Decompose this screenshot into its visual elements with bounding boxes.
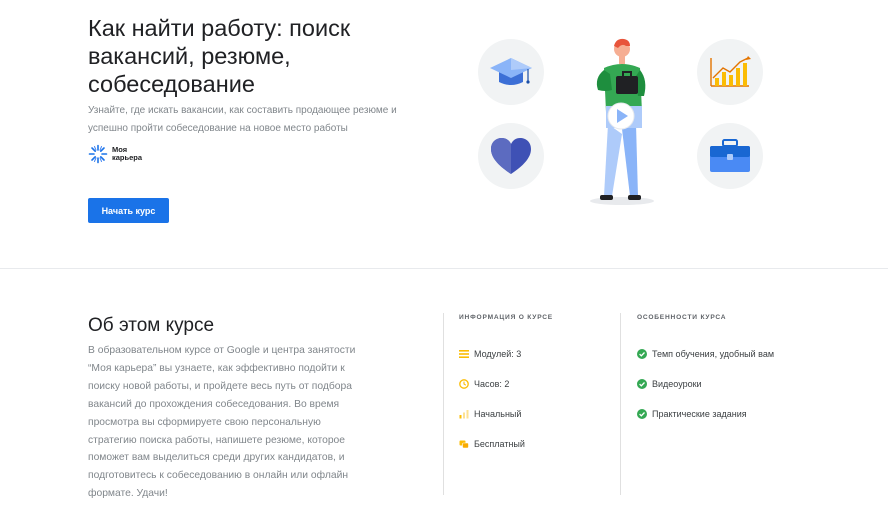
course-description: Узнайте, где искать вакансии, как состав… [88,105,397,134]
check-circle-icon [637,379,647,389]
person-illustration [590,38,654,205]
info-item-hours: Часов: 2 [459,369,525,399]
info-item-level: Начальный [459,399,525,429]
info-item-label: Начальный [474,409,522,419]
info-item-label: Часов: 2 [474,379,510,389]
brand: Моя карьера [88,144,152,164]
feature-item-label: Видеоуроки [652,379,702,389]
coins-icon [459,439,469,449]
about-title: Об этом курсе [88,315,215,336]
start-course-button[interactable]: Начать курс [88,198,169,223]
growth-chart-circle [697,39,763,105]
level-bars-icon [459,409,469,419]
info-list: Модулей: 3 Часов: 2 Начальный Бесплатный [459,339,525,459]
heart-icon [491,138,531,174]
graduation-cap-icon [490,58,532,85]
info-item-label: Модулей: 3 [474,349,522,359]
brand-name: Моя карьера [112,145,143,162]
briefcase-icon [710,139,750,172]
clock-icon [459,379,469,389]
check-circle-icon [637,349,647,359]
check-circle-icon [637,409,647,419]
features-list: Темп обучения, удобный вам Видеоуроки Пр… [637,339,774,429]
list-icon [459,349,469,359]
feature-item-videos: Видеоуроки [637,369,774,399]
brand-logo-icon [88,144,108,164]
briefcase-circle [697,123,763,189]
page-title: Как найти работу: поиск вакансий, резюме… [88,15,351,97]
column-divider [620,313,621,495]
info-item-price: Бесплатный [459,429,525,459]
info-item-label: Бесплатный [474,439,525,449]
graduation-cap-circle [478,39,544,105]
heart-circle [478,123,544,189]
feature-item-label: Практические задания [652,409,747,419]
feature-item-label: Темп обучения, удобный вам [652,349,775,359]
column-divider [443,313,444,495]
section-divider [0,268,888,269]
info-heading: ИНФОРМАЦИЯ О КУРСЕ [459,314,553,321]
hero-section: Как найти работу: поиск вакансий, резюме… [0,0,888,268]
about-text: В образовательном курсе от Google и цент… [88,345,356,500]
features-heading: ОСОБЕННОСТИ КУРСА [637,314,727,321]
feature-item-pace: Темп обучения, удобный вам [637,339,774,369]
info-item-modules: Модулей: 3 [459,339,525,369]
feature-item-practice: Практические задания [637,399,774,429]
growth-chart-icon [710,56,751,87]
